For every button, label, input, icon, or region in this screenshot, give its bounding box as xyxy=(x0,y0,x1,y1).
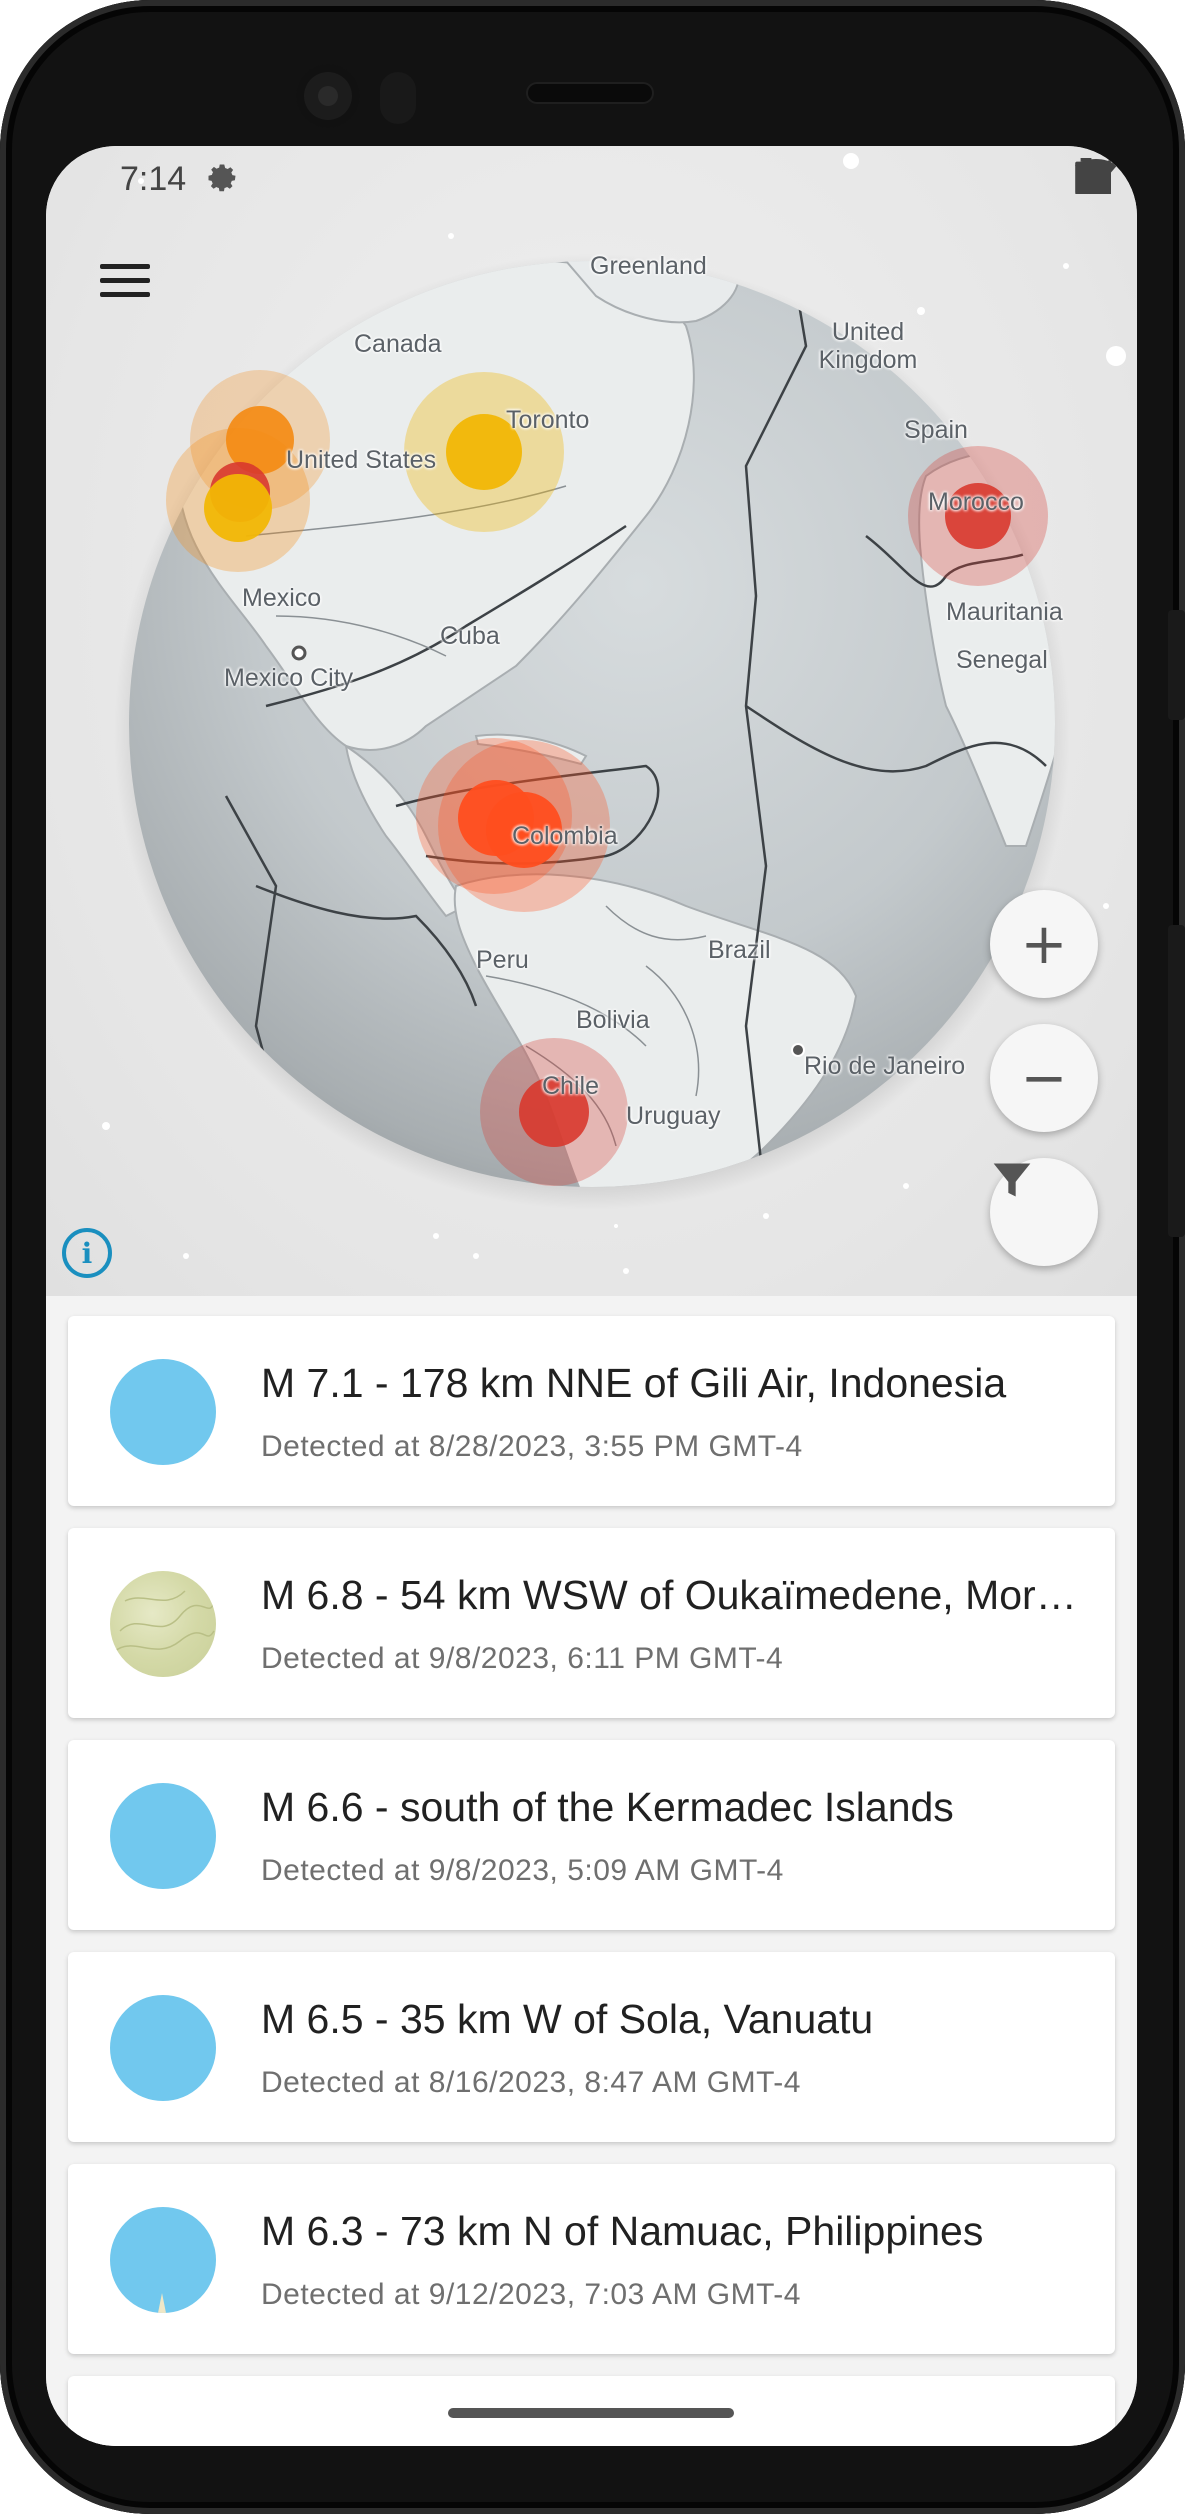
map-label-toronto: Toronto xyxy=(506,406,590,434)
location-thumbnail xyxy=(110,1995,216,2101)
filter-funnel-icon xyxy=(993,1163,1031,1197)
map-label-peru: Peru xyxy=(476,946,529,974)
map-label-united-states: United States xyxy=(286,446,437,474)
zoom-out-button[interactable]: − xyxy=(990,1024,1098,1132)
detected-time: Detected at 8/28/2023, 3:55 PM GMT-4 xyxy=(261,1430,803,1463)
city-dot xyxy=(291,645,307,661)
map-label-spain: Spain xyxy=(904,416,968,444)
list-item[interactable]: M 6.8 - 54 km WSW of Oukaïmedene, Morocc… xyxy=(68,1528,1115,1718)
map-label-rio-de-janeiro: Rio de Janeiro xyxy=(804,1052,966,1080)
detected-time: Detected at 9/12/2023, 7:03 AM GMT-4 xyxy=(261,2278,801,2311)
power-button xyxy=(1168,925,1185,1237)
map-label-canada: Canada xyxy=(354,330,442,358)
earthquake-globe-map[interactable]: Greenland Canada United Kingdom Spain To… xyxy=(46,146,1137,1296)
map-label-greenland: Greenland xyxy=(590,252,707,280)
map-label-united-kingdom: United Kingdom xyxy=(818,318,918,374)
filter-button[interactable] xyxy=(990,1158,1098,1266)
proximity-sensor xyxy=(380,72,416,124)
volume-button xyxy=(1168,610,1185,720)
location-thumbnail xyxy=(110,2207,216,2313)
earthquake-title: M 6.8 - 54 km WSW of Oukaïmedene, Morocc… xyxy=(261,1572,1081,1618)
map-label-morocco: Morocco xyxy=(928,488,1024,516)
location-thumbnail xyxy=(110,1359,216,1465)
map-label-colombia: Colombia xyxy=(512,822,618,850)
phone-frame: Greenland Canada United Kingdom Spain To… xyxy=(0,0,1185,2514)
list-item[interactable]: M 6.6 - south of the Kermadec Islands De… xyxy=(68,1740,1115,1930)
hamburger-menu-icon[interactable] xyxy=(92,248,156,312)
front-camera xyxy=(296,64,360,128)
map-label-mauritania: Mauritania xyxy=(946,598,1063,626)
list-item[interactable]: M 7.1 - 178 km NNE of Gili Air, Indonesi… xyxy=(68,1316,1115,1506)
app-screen: Greenland Canada United Kingdom Spain To… xyxy=(46,146,1137,2446)
list-item[interactable]: M 6.3 - 73 km N of Namuac, Philippines D… xyxy=(68,2164,1115,2354)
battery-icon xyxy=(1075,158,1097,194)
city-dot xyxy=(791,1043,805,1057)
map-label-chile: Chile xyxy=(542,1072,599,1100)
map-label-mexico-city: Mexico City xyxy=(224,664,354,692)
map-label-brazil: Brazil xyxy=(708,936,771,964)
earthquake-title: M 6.3 - 73 km N of Namuac, Philippines xyxy=(261,2208,984,2254)
map-label-uruguay: Uruguay xyxy=(626,1102,721,1130)
detected-time: Detected at 9/8/2023, 5:09 AM GMT-4 xyxy=(261,1854,784,1887)
zoom-in-button[interactable]: + xyxy=(990,890,1098,998)
info-icon[interactable]: i xyxy=(62,1228,112,1278)
earthquake-list: M 7.1 - 178 km NNE of Gili Air, Indonesi… xyxy=(46,1296,1137,2446)
status-bar: 7:14 xyxy=(46,146,1137,212)
map-label-senegal: Senegal xyxy=(956,646,1048,674)
home-gesture-bar[interactable] xyxy=(448,2408,734,2418)
quake-marker[interactable] xyxy=(204,474,272,542)
detected-time: Detected at 9/8/2023, 6:11 PM GMT-4 xyxy=(261,1642,784,1675)
earthquake-title: M 7.1 - 178 km NNE of Gili Air, Indonesi… xyxy=(261,1360,1007,1406)
list-item[interactable]: M 6.5 - 35 km W of Sola, Vanuatu Detecte… xyxy=(68,1952,1115,2142)
map-label-bolivia: Bolivia xyxy=(576,1006,650,1034)
status-time: 7:14 xyxy=(120,160,187,198)
earthquake-title: M 6.6 - south of the Kermadec Islands xyxy=(261,1784,954,1830)
map-label-mexico: Mexico xyxy=(242,584,322,612)
location-thumbnail xyxy=(110,1571,216,1677)
earthquake-title: M 6.5 - 35 km W of Sola, Vanuatu xyxy=(261,1996,874,2042)
earpiece-speaker xyxy=(528,84,652,102)
detected-time: Detected at 8/16/2023, 8:47 AM GMT-4 xyxy=(261,2066,801,2099)
map-label-cuba: Cuba xyxy=(440,622,500,650)
location-thumbnail xyxy=(110,1783,216,1889)
globe-graphic[interactable] xyxy=(46,146,1137,1296)
